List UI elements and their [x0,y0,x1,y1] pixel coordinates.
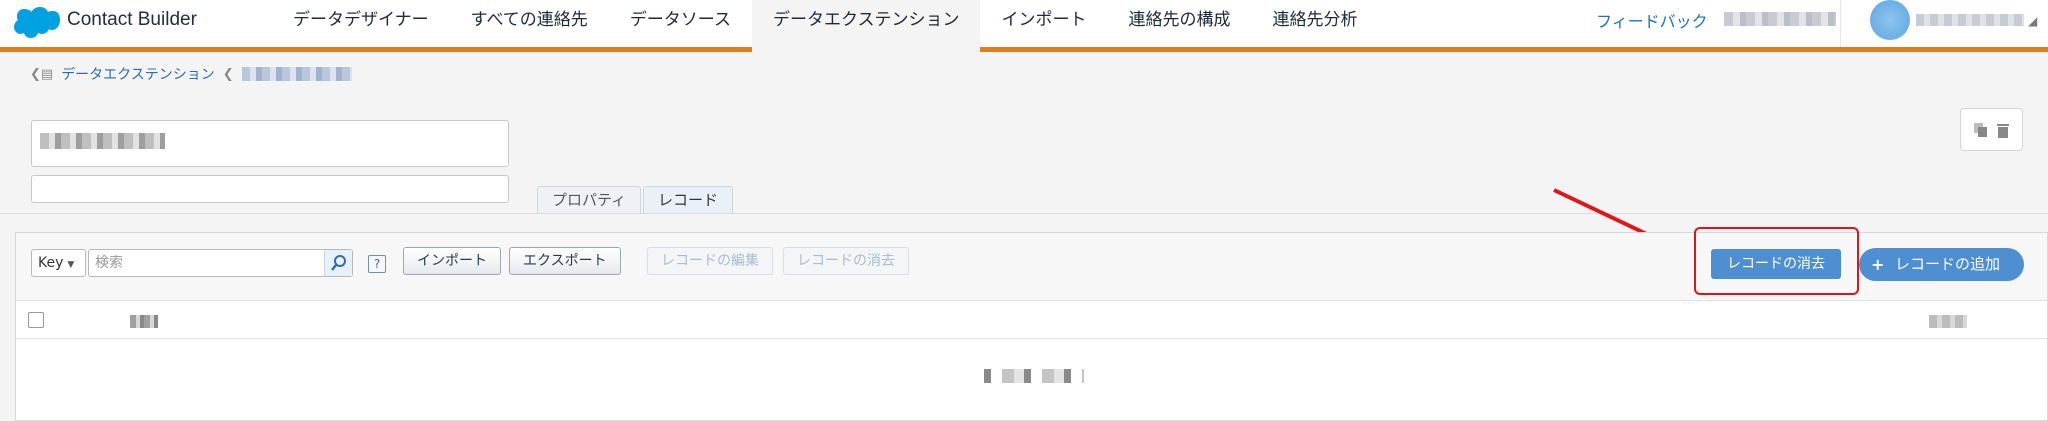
nav-data-designer[interactable]: データデザイナー [272,0,450,47]
edit-records-button[interactable]: レコードの編集 [647,247,773,275]
salesforce-logo-icon [14,7,60,38]
nav-data-extensions[interactable]: データエクステンション [751,0,981,52]
feedback-link[interactable]: フィードバック [1596,8,1708,32]
trash-icon[interactable] [1994,121,2012,139]
nav-import[interactable]: インポート [980,0,1107,47]
tab-underline [0,213,2048,214]
user-menu-caret-icon[interactable]: ◢ [2028,14,2037,28]
app-title: Contact Builder [67,9,197,30]
redacted-name-value [40,133,165,149]
chevron-down-icon: ▼ [67,260,75,270]
breadcrumb-back-icon[interactable]: ❮▤ [30,67,53,82]
help-icon[interactable]: ? [368,255,386,273]
export-button[interactable]: エクスポート [509,247,621,275]
search-input[interactable]: 検索 [88,249,353,277]
nav-data-sources[interactable]: データソース [609,0,752,47]
column-header-redacted-right[interactable] [1929,315,1967,328]
nav-divider [1840,0,1841,47]
breadcrumb: ❮▤ データエクステンション ❮ [30,64,352,84]
column-header-redacted[interactable] [130,315,158,328]
import-button[interactable]: インポート [403,247,501,275]
copy-icon[interactable] [1972,121,1990,139]
data-extension-description-field[interactable] [31,175,509,203]
search-placeholder: 検索 [95,255,123,271]
copy-delete-actions [1960,108,2023,151]
records-panel: Key ▼ 検索 ? インポート エクスポート レコードの編集 レコードの消去 レ… [15,227,2048,421]
search-button[interactable] [324,250,352,276]
main-nav: データデザイナー すべての連絡先 データソース データエクステンション インポー… [272,0,1378,52]
empty-state-text-redacted [984,369,1084,383]
plus-icon: + [1871,255,1885,274]
nav-contact-configuration[interactable]: 連絡先の構成 [1107,0,1251,47]
add-record-button[interactable]: + レコードの追加 [1859,248,2024,281]
top-navigation-bar: Contact Builder データデザイナー すべての連絡先 データソース … [0,0,2048,52]
records-table-header [16,301,2047,339]
breadcrumb-data-extensions[interactable]: データエクステンション [61,64,215,84]
clear-records-button[interactable]: レコードの消去 [1711,249,1841,279]
search-field-select-value: Key [38,255,64,271]
tab-records[interactable]: レコード [643,186,734,214]
redacted-user-name[interactable] [1916,14,2024,26]
search-field-select[interactable]: Key ▼ [31,249,86,277]
select-all-checkbox[interactable] [28,312,44,328]
breadcrumb-current-redacted[interactable] [241,67,352,81]
data-extension-name-field[interactable] [31,120,509,167]
avatar[interactable] [1870,0,1910,40]
nav-all-contacts[interactable]: すべての連絡先 [450,0,609,47]
records-toolbar: Key ▼ 検索 ? インポート エクスポート レコードの編集 レコードの消去 レ… [16,227,2047,301]
nav-contact-analytics[interactable]: 連絡先分析 [1251,0,1378,47]
tab-properties[interactable]: プロパティ [537,186,642,214]
redacted-account-name [1724,12,1836,26]
clear-records-toolbar-button[interactable]: レコードの消去 [783,247,909,275]
search-icon [330,255,346,271]
breadcrumb-chevron-icon: ❮ [222,66,234,82]
add-record-label: レコードの追加 [1895,255,2001,273]
